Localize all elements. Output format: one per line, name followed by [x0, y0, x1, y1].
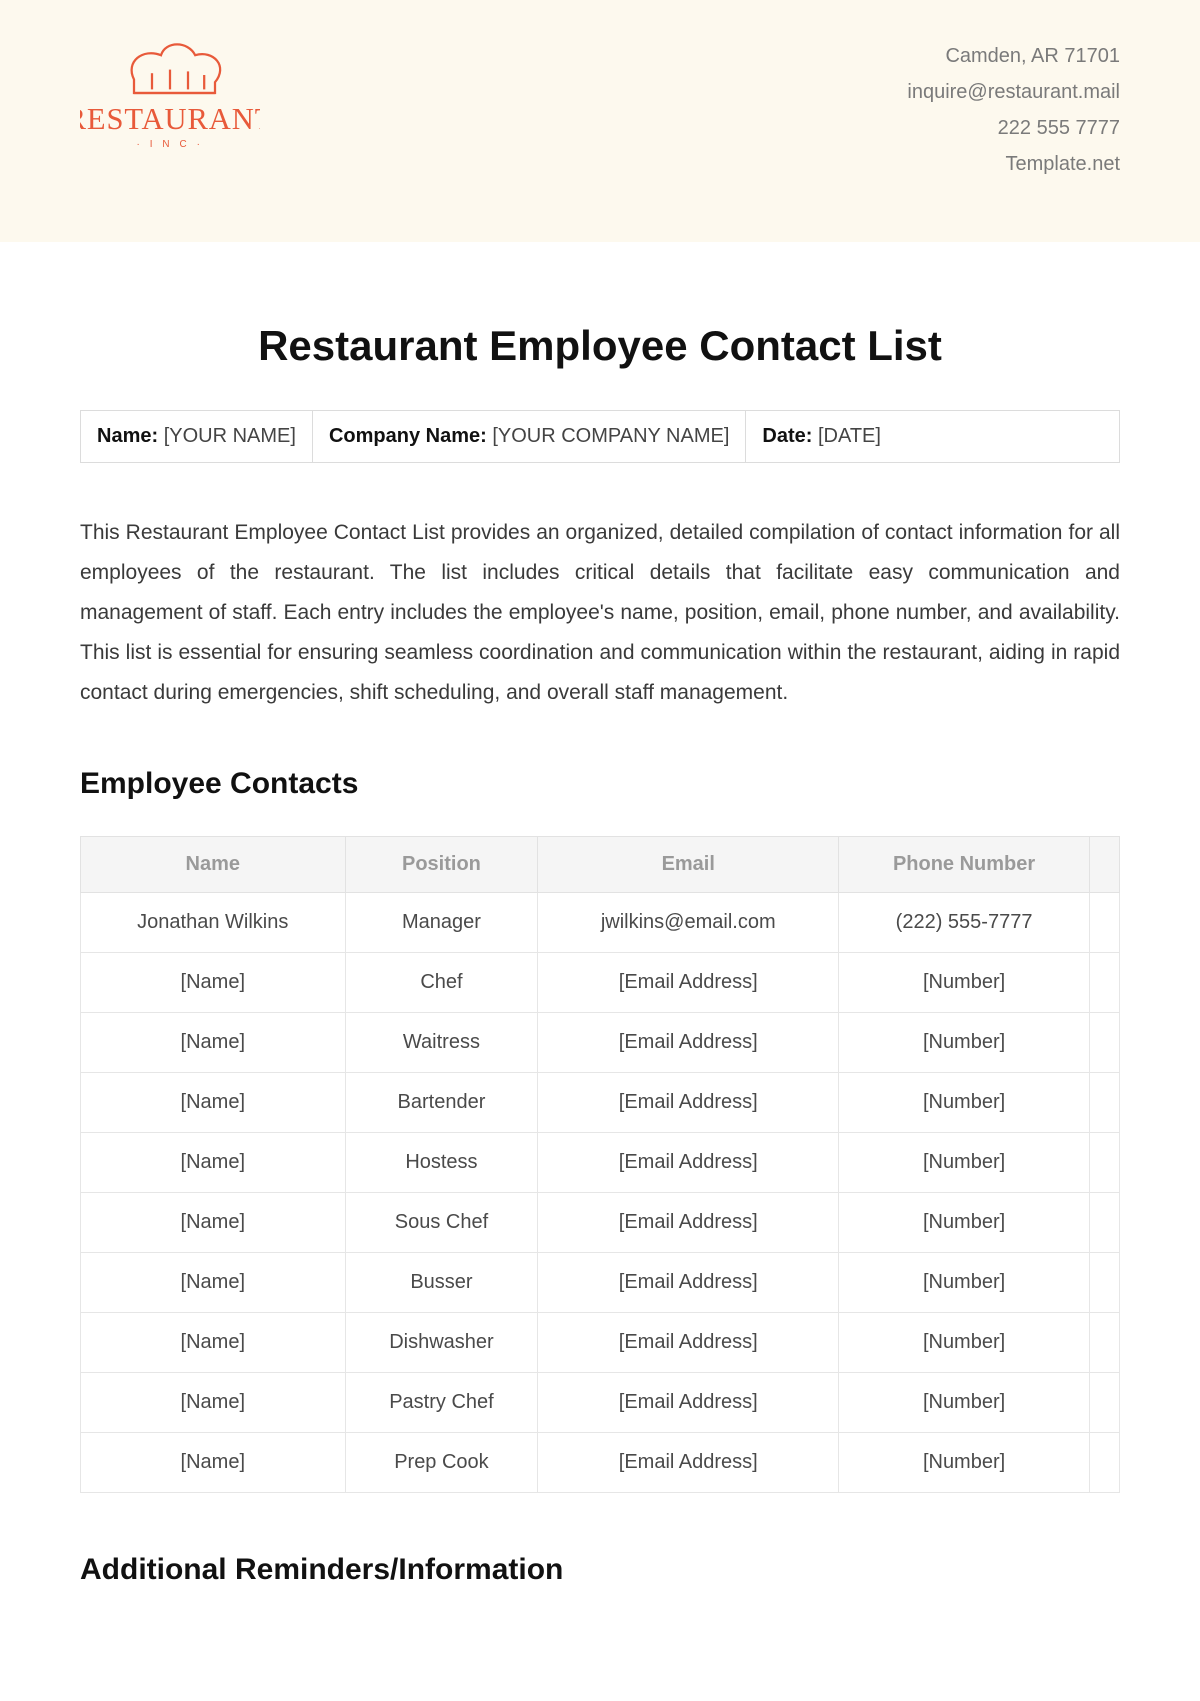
cell-email: [Email Address] [538, 1193, 839, 1253]
cell-phone: [Number] [839, 953, 1090, 1013]
cell-name: [Name] [81, 953, 346, 1013]
additional-info-heading: Additional Reminders/Information [80, 1553, 1120, 1587]
table-header-row: Name Position Email Phone Number [81, 837, 1120, 893]
cell-position: Pastry Chef [345, 1373, 538, 1433]
info-bar: Name: [YOUR NAME] Company Name: [YOUR CO… [80, 410, 1120, 463]
cell-email: [Email Address] [538, 953, 839, 1013]
cell-phone: [Number] [839, 1433, 1090, 1493]
cell-email: [Email Address] [538, 1013, 839, 1073]
cell-extra [1090, 1193, 1120, 1253]
logo-main-text: RESTAURANT [80, 102, 260, 136]
contact-site: Template.net [907, 146, 1120, 182]
cell-extra [1090, 1253, 1120, 1313]
cell-phone: [Number] [839, 1313, 1090, 1373]
cell-extra [1090, 1013, 1120, 1073]
cell-extra [1090, 1073, 1120, 1133]
cell-email: [Email Address] [538, 1133, 839, 1193]
cell-email: [Email Address] [538, 1373, 839, 1433]
info-date-label: Date: [762, 425, 812, 447]
cell-position: Prep Cook [345, 1433, 538, 1493]
cell-email: [Email Address] [538, 1313, 839, 1373]
cell-position: Busser [345, 1253, 538, 1313]
table-row: [Name]Pastry Chef[Email Address][Number] [81, 1373, 1120, 1433]
info-name-value: [YOUR NAME] [164, 425, 296, 447]
document-body: Restaurant Employee Contact List Name: [… [0, 242, 1200, 1662]
logo: RESTAURANT · I N C · [80, 30, 260, 156]
col-header-name: Name [81, 837, 346, 893]
cell-phone: [Number] [839, 1133, 1090, 1193]
cell-extra [1090, 1313, 1120, 1373]
cell-email: jwilkins@email.com [538, 893, 839, 953]
info-company-label: Company Name: [329, 425, 487, 447]
cell-extra [1090, 953, 1120, 1013]
col-header-position: Position [345, 837, 538, 893]
cell-position: Dishwasher [345, 1313, 538, 1373]
page-title: Restaurant Employee Contact List [80, 322, 1120, 370]
cell-phone: [Number] [839, 1073, 1090, 1133]
cell-phone: [Number] [839, 1193, 1090, 1253]
cell-name: [Name] [81, 1253, 346, 1313]
cell-position: Manager [345, 893, 538, 953]
cell-email: [Email Address] [538, 1073, 839, 1133]
cell-position: Bartender [345, 1073, 538, 1133]
col-header-phone: Phone Number [839, 837, 1090, 893]
contact-email: inquire@restaurant.mail [907, 74, 1120, 110]
table-row: [Name]Prep Cook[Email Address][Number] [81, 1433, 1120, 1493]
cell-name: [Name] [81, 1073, 346, 1133]
info-name-label: Name: [97, 425, 158, 447]
contact-phone: 222 555 7777 [907, 110, 1120, 146]
cell-phone: (222) 555-7777 [839, 893, 1090, 953]
cell-position: Waitress [345, 1013, 538, 1073]
cell-phone: [Number] [839, 1253, 1090, 1313]
cell-name: [Name] [81, 1193, 346, 1253]
description-paragraph: This Restaurant Employee Contact List pr… [80, 513, 1120, 712]
table-row: [Name]Waitress[Email Address][Number] [81, 1013, 1120, 1073]
table-row: [Name]Busser[Email Address][Number] [81, 1253, 1120, 1313]
cell-name: [Name] [81, 1013, 346, 1073]
cell-name: [Name] [81, 1133, 346, 1193]
cell-position: Sous Chef [345, 1193, 538, 1253]
cell-phone: [Number] [839, 1013, 1090, 1073]
cell-phone: [Number] [839, 1373, 1090, 1433]
cell-extra [1090, 1373, 1120, 1433]
info-company-cell: Company Name: [YOUR COMPANY NAME] [313, 411, 746, 462]
info-company-value: [YOUR COMPANY NAME] [492, 425, 729, 447]
cell-name: [Name] [81, 1313, 346, 1373]
table-row: [Name]Bartender[Email Address][Number] [81, 1073, 1120, 1133]
table-row: [Name]Chef[Email Address][Number] [81, 953, 1120, 1013]
table-row: [Name]Dishwasher[Email Address][Number] [81, 1313, 1120, 1373]
cell-position: Chef [345, 953, 538, 1013]
cell-extra [1090, 1133, 1120, 1193]
table-row: [Name]Sous Chef[Email Address][Number] [81, 1193, 1120, 1253]
info-date-cell: Date: [DATE] [746, 411, 897, 462]
col-header-extra [1090, 837, 1120, 893]
cell-name: Jonathan Wilkins [81, 893, 346, 953]
cell-name: [Name] [81, 1373, 346, 1433]
contact-address: Camden, AR 71701 [907, 38, 1120, 74]
chef-hat-logo-icon: RESTAURANT · I N C · [80, 30, 260, 156]
cell-extra [1090, 1433, 1120, 1493]
header-contact-info: Camden, AR 71701 inquire@restaurant.mail… [907, 30, 1120, 182]
info-date-value: [DATE] [818, 425, 881, 447]
document-header: RESTAURANT · I N C · Camden, AR 71701 in… [0, 0, 1200, 242]
cell-position: Hostess [345, 1133, 538, 1193]
table-row: Jonathan WilkinsManagerjwilkins@email.co… [81, 893, 1120, 953]
cell-name: [Name] [81, 1433, 346, 1493]
col-header-email: Email [538, 837, 839, 893]
employee-contacts-table: Name Position Email Phone Number Jonatha… [80, 836, 1120, 1493]
cell-email: [Email Address] [538, 1433, 839, 1493]
cell-extra [1090, 893, 1120, 953]
table-row: [Name]Hostess[Email Address][Number] [81, 1133, 1120, 1193]
employee-contacts-heading: Employee Contacts [80, 767, 1120, 801]
info-name-cell: Name: [YOUR NAME] [81, 411, 313, 462]
logo-sub-text: · I N C · [137, 139, 204, 150]
cell-email: [Email Address] [538, 1253, 839, 1313]
